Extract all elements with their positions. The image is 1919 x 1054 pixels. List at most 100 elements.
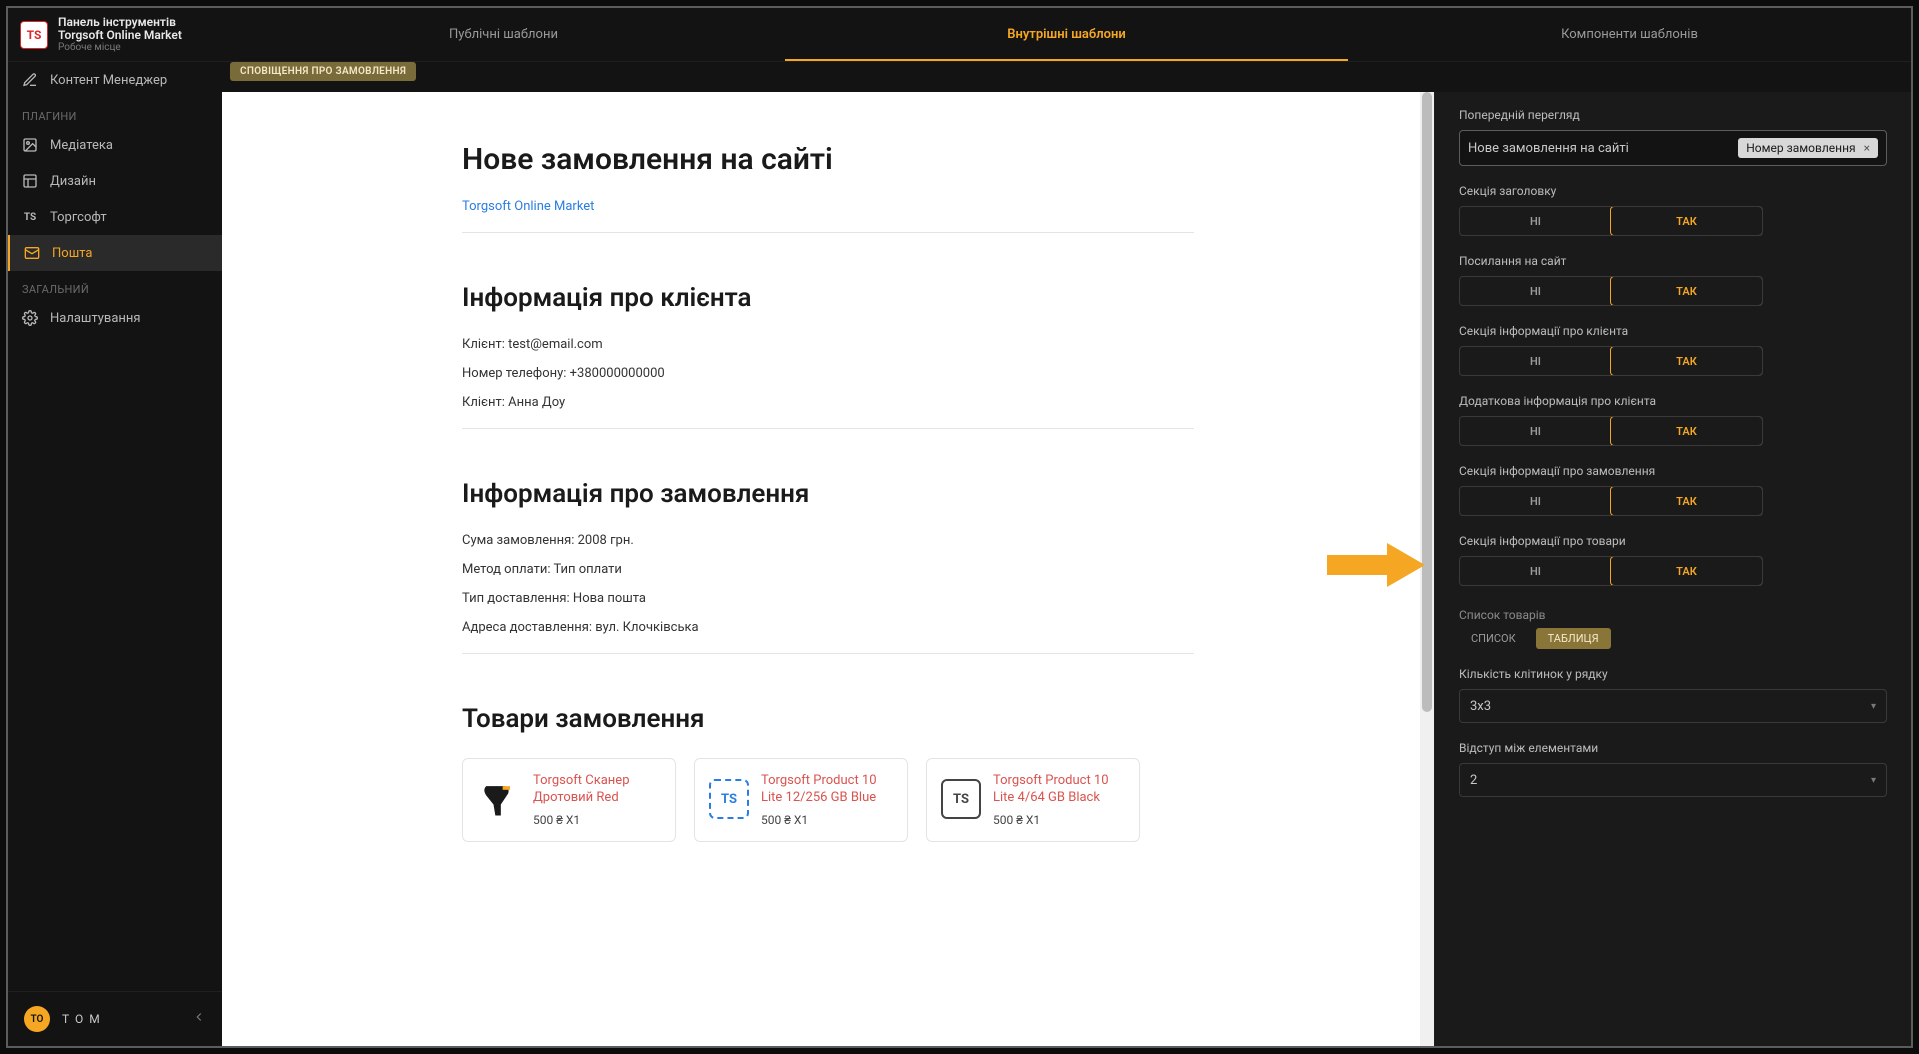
select-gap[interactable]: 2 ▾ <box>1459 763 1887 797</box>
sidebar-item-media[interactable]: Медіатека <box>8 127 222 163</box>
sidebar-section-plugins: ПЛАГИНИ <box>8 98 222 127</box>
cfg-order-info-label: Секція інформації про замовлення <box>1459 464 1887 478</box>
select-value: 2 <box>1470 773 1477 788</box>
product-image-ts-blue: TS <box>709 773 749 825</box>
sidebar-item-label: Медіатека <box>50 138 113 153</box>
sidebar-item-label: Дизайн <box>50 174 96 189</box>
cfg-client-extra-label: Додаткова інформація про клієнта <box>1459 394 1887 408</box>
scrollbar[interactable] <box>1420 92 1434 1046</box>
select-cells-per-row[interactable]: 3x3 ▾ <box>1459 689 1887 723</box>
toggle-yes[interactable]: ТАК <box>1610 276 1763 306</box>
cfg-cells-per-row-label: Кількість клітинок у рядку <box>1459 667 1887 681</box>
chip-order-number[interactable]: Номер замовлення × <box>1738 138 1878 158</box>
pill-table[interactable]: ТАБЛИЦЯ <box>1536 628 1611 649</box>
sidebar-item-label: Контент Менеджер <box>50 73 167 88</box>
mail-icon <box>24 245 40 261</box>
pill-list[interactable]: СПИСОК <box>1459 628 1528 649</box>
toggle-client-extra: НІ ТАК <box>1459 416 1763 446</box>
layout-icon <box>22 173 38 189</box>
info-order-address: Адреса доставлення: вул. Клочківська <box>462 620 1194 635</box>
brand-workspace: Робоче місце <box>58 42 182 53</box>
toggle-no[interactable]: НІ <box>1460 487 1611 515</box>
toggle-no[interactable]: НІ <box>1460 207 1611 235</box>
sidebar-item-label: Пошта <box>52 246 92 261</box>
toggle-section-header: НІ ТАК <box>1459 206 1763 236</box>
toggle-products-info: НІ ТАК <box>1459 556 1763 586</box>
tab-template-components[interactable]: Компоненти шаблонів <box>1348 8 1911 61</box>
cfg-gap-label: Відступ між елементами <box>1459 741 1887 755</box>
toggle-no[interactable]: НІ <box>1460 557 1611 585</box>
sidebar-item-torgsoft[interactable]: TS Торгсофт <box>8 199 222 235</box>
toggle-yes[interactable]: ТАК <box>1610 346 1763 376</box>
cfg-section-header-label: Секція заголовку <box>1459 184 1887 198</box>
preview-pane: Нове замовлення на сайті Torgsoft Online… <box>222 92 1435 1046</box>
product-price: 500 ₴ X1 <box>533 813 661 827</box>
sidebar-item-content-manager[interactable]: Контент Менеджер <box>8 62 222 98</box>
config-pane: Попередній перегляд Нове замовлення на с… <box>1435 92 1911 1046</box>
username: TOM <box>62 1012 106 1026</box>
toggle-yes[interactable]: ТАК <box>1610 556 1763 586</box>
product-price: 500 ₴ X1 <box>761 813 893 827</box>
preview-site-link[interactable]: Torgsoft Online Market <box>462 199 594 214</box>
brand-logo: TS <box>20 21 48 49</box>
tab-internal-templates[interactable]: Внутрішні шаблони <box>785 8 1348 61</box>
product-name: Torgsoft Сканер Дротовий Red <box>533 773 661 807</box>
product-card: Torgsoft Сканер Дротовий Red 500 ₴ X1 <box>462 758 676 842</box>
toggle-no[interactable]: НІ <box>1460 347 1611 375</box>
sidebar-user-block: TO TOM <box>8 991 222 1046</box>
sidebar-item-label: Торгсофт <box>50 210 107 225</box>
info-client-phone: Номер телефону: +380000000000 <box>462 366 1194 381</box>
preview-section-products: Товари замовлення <box>462 704 1194 734</box>
cfg-site-link-label: Посилання на сайт <box>1459 254 1887 268</box>
sidebar: Контент Менеджер ПЛАГИНИ Медіатека Дизай… <box>8 62 222 1046</box>
toggle-no[interactable]: НІ <box>1460 417 1611 445</box>
product-name: Torgsoft Product 10 Lite 12/256 GB Blue <box>761 773 893 807</box>
toggle-order-info: НІ ТАК <box>1459 486 1763 516</box>
image-icon <box>22 137 38 153</box>
edit-icon <box>22 72 38 88</box>
order-notice-tag[interactable]: СПОВІЩЕННЯ ПРО ЗАМОВЛЕННЯ <box>230 62 416 81</box>
cfg-preview-label: Попередній перегляд <box>1459 108 1887 122</box>
cfg-products-list-label: Список товарів <box>1459 608 1887 622</box>
chip-remove-icon[interactable]: × <box>1864 141 1870 155</box>
toggle-client-info: НІ ТАК <box>1459 346 1763 376</box>
preview-heading: Нове замовлення на сайті <box>462 142 1194 177</box>
torgsoft-icon: TS <box>22 209 38 225</box>
chevron-down-icon: ▾ <box>1871 775 1876 786</box>
cfg-client-info-label: Секція інформації про клієнта <box>1459 324 1887 338</box>
preview-title-input[interactable]: Нове замовлення на сайті Номер замовленн… <box>1459 130 1887 166</box>
product-card: TS Torgsoft Product 10 Lite 4/64 GB Blac… <box>926 758 1140 842</box>
product-image-scanner <box>477 773 521 825</box>
toggle-site-link: НІ ТАК <box>1459 276 1763 306</box>
product-name: Torgsoft Product 10 Lite 4/64 GB Black <box>993 773 1125 807</box>
info-order-delivery: Тип доставлення: Нова пошта <box>462 591 1194 606</box>
sidebar-collapse-button[interactable] <box>192 1010 206 1028</box>
toggle-yes[interactable]: ТАК <box>1610 416 1763 446</box>
preview-section-client: Інформація про клієнта <box>462 283 1194 313</box>
sidebar-item-label: Налаштування <box>50 311 141 326</box>
toggle-yes[interactable]: ТАК <box>1610 206 1763 236</box>
info-order-method: Метод оплати: Тип оплати <box>462 562 1194 577</box>
brand-subtitle: Torgsoft Online Market <box>58 29 182 42</box>
cfg-products-info-label: Секція інформації про товари <box>1459 534 1887 548</box>
brand-block: TS Панель інструментів Torgsoft Online M… <box>8 8 222 61</box>
sidebar-item-design[interactable]: Дизайн <box>8 163 222 199</box>
tab-public-templates[interactable]: Публічні шаблони <box>222 8 785 61</box>
preview-section-order: Інформація про замовлення <box>462 479 1194 509</box>
gear-icon <box>22 310 38 326</box>
product-card: TS Torgsoft Product 10 Lite 12/256 GB Bl… <box>694 758 908 842</box>
info-order-sum: Сума замовлення: 2008 грн. <box>462 533 1194 548</box>
sidebar-item-mail[interactable]: Пошта <box>8 235 222 271</box>
toggle-no[interactable]: НІ <box>1460 277 1611 305</box>
chevron-down-icon: ▾ <box>1871 701 1876 712</box>
chip-label: Номер замовлення <box>1746 141 1855 155</box>
info-client-email: Клієнт: test@email.com <box>462 337 1194 352</box>
avatar[interactable]: TO <box>24 1006 50 1032</box>
info-client-name: Клієнт: Анна Доу <box>462 395 1194 410</box>
sidebar-item-settings[interactable]: Налаштування <box>8 300 222 336</box>
product-image-ts-dark: TS <box>941 773 981 825</box>
preview-title-value: Нове замовлення на сайті <box>1468 141 1629 156</box>
toggle-yes[interactable]: ТАК <box>1610 486 1763 516</box>
sidebar-section-general: ЗАГАЛЬНИЙ <box>8 271 222 300</box>
product-price: 500 ₴ X1 <box>993 813 1125 827</box>
